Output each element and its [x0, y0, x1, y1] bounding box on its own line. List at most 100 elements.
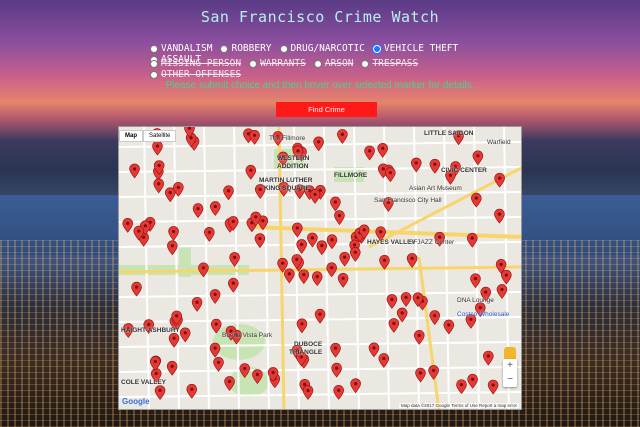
- crime-marker-icon[interactable]: [192, 203, 204, 219]
- crime-marker-icon[interactable]: [296, 318, 308, 334]
- crime-marker-icon[interactable]: [456, 379, 467, 395]
- crime-marker-icon[interactable]: [249, 130, 260, 145]
- crime-marker-icon[interactable]: [131, 281, 142, 297]
- crime-marker-icon[interactable]: [443, 319, 455, 335]
- zoom-out-button[interactable]: −: [503, 373, 517, 387]
- crime-marker-icon[interactable]: [168, 332, 180, 348]
- radio-trespass[interactable]: [361, 59, 370, 68]
- crime-marker-icon[interactable]: [209, 342, 221, 358]
- crime-marker-icon[interactable]: [334, 210, 345, 226]
- option-drug-narcotic[interactable]: DRUG/NARCOTIC: [279, 43, 365, 54]
- crime-marker-icon[interactable]: [388, 318, 400, 333]
- radio-robbery[interactable]: [220, 44, 229, 53]
- crime-marker-icon[interactable]: [166, 361, 178, 376]
- crime-marker-icon[interactable]: [153, 178, 165, 194]
- crime-marker-icon[interactable]: [152, 140, 163, 156]
- radio-warrants[interactable]: [249, 59, 258, 68]
- crime-marker-icon[interactable]: [210, 318, 222, 334]
- radio-other-offenses[interactable]: [150, 70, 158, 79]
- crime-marker-icon[interactable]: [410, 157, 422, 173]
- crime-marker-icon[interactable]: [179, 327, 191, 343]
- crime-marker-icon[interactable]: [396, 307, 408, 323]
- option-trespass[interactable]: TRESPASS: [361, 58, 418, 69]
- crime-marker-icon[interactable]: [466, 232, 478, 248]
- crime-marker-icon[interactable]: [122, 218, 134, 233]
- crime-marker-icon[interactable]: [149, 356, 161, 371]
- crime-marker-icon[interactable]: [379, 254, 390, 270]
- crime-marker-icon[interactable]: [298, 269, 310, 285]
- crime-marker-icon[interactable]: [168, 226, 179, 241]
- crime-marker-icon[interactable]: [284, 268, 295, 284]
- radio-arson[interactable]: [313, 59, 322, 68]
- map-type-satellite-button[interactable]: Satellite: [143, 130, 177, 142]
- crime-marker-icon[interactable]: [186, 383, 198, 399]
- crime-marker-icon[interactable]: [316, 240, 328, 256]
- option-vandalism[interactable]: VANDALISM: [150, 43, 212, 54]
- crime-marker-icon[interactable]: [167, 240, 178, 256]
- crime-marker-icon[interactable]: [364, 145, 375, 161]
- crime-marker-icon[interactable]: [400, 292, 412, 307]
- radio-drug-narcotic[interactable]: [279, 44, 288, 53]
- radio-missing-person[interactable]: [150, 59, 158, 68]
- crime-marker-icon[interactable]: [228, 277, 239, 293]
- crime-marker-icon[interactable]: [326, 234, 338, 250]
- crime-marker-icon[interactable]: [302, 385, 314, 400]
- crime-marker-icon[interactable]: [339, 251, 350, 267]
- option-other-offenses[interactable]: OTHER OFFENSES: [150, 69, 241, 80]
- crime-marker-icon[interactable]: [487, 379, 499, 395]
- crime-marker-icon[interactable]: [470, 273, 481, 289]
- crime-marker-icon[interactable]: [385, 167, 396, 183]
- crime-marker-icon[interactable]: [368, 342, 380, 358]
- crime-marker-icon[interactable]: [245, 164, 257, 180]
- map-attribution[interactable]: Map data ©2017 Google Terms of Use Repor…: [398, 403, 519, 408]
- crime-marker-icon[interactable]: [406, 253, 418, 268]
- crime-marker-icon[interactable]: [330, 196, 341, 212]
- option-robbery[interactable]: ROBBERY: [220, 43, 272, 54]
- crime-marker-icon[interactable]: [472, 150, 484, 166]
- option-warrants[interactable]: WARRANTS: [249, 58, 306, 69]
- zoom-in-button[interactable]: +: [503, 359, 517, 373]
- option-vehicle-theft[interactable]: VEHICLE THEFT: [372, 43, 458, 54]
- option-arson[interactable]: ARSON: [313, 58, 353, 69]
- crime-marker-icon[interactable]: [326, 262, 337, 278]
- crime-marker-icon[interactable]: [129, 163, 140, 179]
- crime-marker-icon[interactable]: [296, 239, 307, 254]
- crime-marker-icon[interactable]: [333, 385, 344, 400]
- crime-marker-icon[interactable]: [429, 310, 441, 326]
- option-missing-person[interactable]: MISSING PERSON: [150, 58, 241, 69]
- crime-marker-icon[interactable]: [415, 367, 426, 383]
- crime-map[interactable]: The Fillmore WESTERN ADDITION MARTIN LUT…: [118, 126, 522, 410]
- crime-marker-icon[interactable]: [307, 232, 318, 248]
- crime-marker-icon[interactable]: [313, 136, 324, 152]
- crime-marker-icon[interactable]: [204, 227, 215, 242]
- crime-marker-icon[interactable]: [501, 269, 512, 285]
- crime-marker-icon[interactable]: [252, 369, 263, 385]
- crime-marker-icon[interactable]: [314, 309, 326, 324]
- crime-marker-icon[interactable]: [154, 385, 166, 400]
- crime-marker-icon[interactable]: [330, 342, 341, 358]
- find-crime-button[interactable]: Find Crime: [276, 102, 377, 117]
- crime-marker-icon[interactable]: [467, 373, 478, 389]
- crime-marker-icon[interactable]: [331, 362, 342, 378]
- crime-marker-icon[interactable]: [223, 185, 234, 201]
- crime-marker-icon[interactable]: [471, 192, 482, 208]
- crime-marker-icon[interactable]: [229, 252, 240, 267]
- crime-marker-icon[interactable]: [291, 222, 303, 238]
- crime-marker-icon[interactable]: [224, 376, 235, 391]
- radio-vehicle-theft[interactable]: [372, 44, 381, 53]
- crime-marker-icon[interactable]: [254, 233, 266, 249]
- crime-marker-icon[interactable]: [483, 350, 494, 366]
- crime-marker-icon[interactable]: [213, 357, 224, 372]
- crime-marker-icon[interactable]: [337, 273, 349, 288]
- crime-marker-icon[interactable]: [378, 353, 390, 368]
- crime-marker-icon[interactable]: [429, 158, 441, 174]
- crime-marker-icon[interactable]: [209, 289, 221, 304]
- crime-marker-icon[interactable]: [337, 129, 348, 144]
- crime-marker-icon[interactable]: [496, 284, 508, 299]
- crime-marker-icon[interactable]: [386, 294, 398, 309]
- crime-marker-icon[interactable]: [198, 262, 209, 278]
- crime-marker-icon[interactable]: [349, 247, 361, 262]
- crime-marker-icon[interactable]: [239, 363, 251, 379]
- crime-marker-icon[interactable]: [413, 330, 425, 345]
- crime-marker-icon[interactable]: [311, 271, 323, 287]
